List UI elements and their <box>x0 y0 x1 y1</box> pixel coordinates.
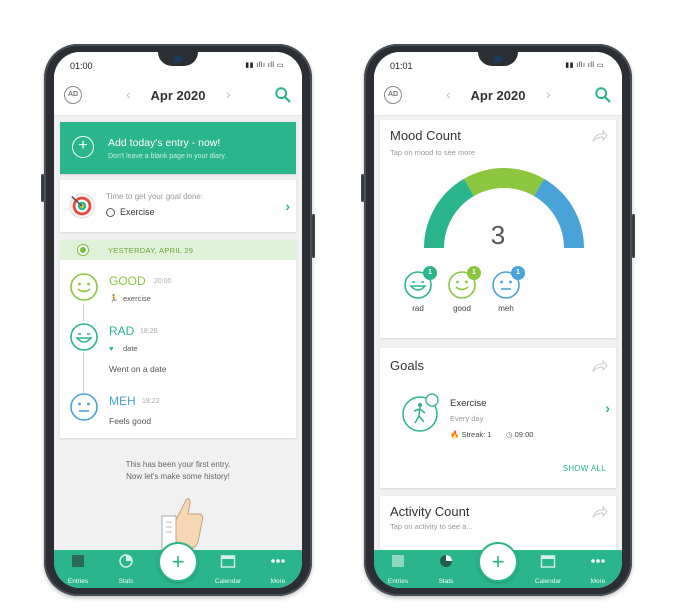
plus-icon: + <box>72 136 94 158</box>
goals-card: Goals Exercise Every day 🔥 Streak: 1 ◷ 0… <box>380 348 616 488</box>
share-icon[interactable] <box>592 360 608 372</box>
heart-icon: ♥ <box>109 344 114 353</box>
activity-label: date <box>123 344 138 353</box>
mood-total-count: 3 <box>490 220 506 250</box>
mood-label: MEH <box>109 394 136 408</box>
mood-count-badge: 1 <box>423 266 437 280</box>
mood-label: GOOD <box>109 274 146 288</box>
goal-prompt-text: Time to get your goal done: <box>106 192 204 201</box>
mood-count-badge: 1 <box>467 266 481 280</box>
show-all-button[interactable]: SHOW ALL <box>563 464 606 473</box>
share-icon[interactable] <box>592 130 608 142</box>
entry-note: Went on a date <box>109 364 167 374</box>
goals-title: Goals <box>390 358 424 373</box>
mood-chip-rad[interactable]: 1 rad <box>400 266 437 313</box>
status-time: 01:01 <box>390 61 413 71</box>
mood-count-title: Mood Count <box>390 128 461 143</box>
stats-icon <box>119 554 133 568</box>
app-header: AD ‹ Apr 2020 › <box>374 76 622 116</box>
goal-reminder-time: ◷ 09:00 <box>506 430 533 439</box>
meh-face-icon[interactable] <box>69 392 99 422</box>
status-time: 01:00 <box>70 61 93 71</box>
activity-count-title: Activity Count <box>390 504 470 519</box>
mood-label: RAD <box>109 324 135 338</box>
stats-icon <box>440 555 452 567</box>
timeline-connector <box>83 304 84 322</box>
nav-more[interactable]: More <box>258 554 298 588</box>
share-icon[interactable] <box>592 506 608 518</box>
activity-count-subtitle: Tap on activity to see a... <box>390 522 473 531</box>
mood-count-subtitle: Tap on mood to see more <box>390 148 476 157</box>
chevron-right-icon[interactable]: › <box>605 400 610 416</box>
empty-message-line1: This has been your first entry. <box>125 460 231 469</box>
nav-calendar[interactable]: Calendar <box>208 554 248 588</box>
goal-name: Exercise <box>450 398 487 409</box>
stats-screen: 01:01 ▮▮ ıllı ıll ▭ AD ‹ Apr 2020 › Mood… <box>374 52 622 588</box>
mood-time: 20:00 <box>154 278 172 285</box>
entries-icon <box>392 555 404 567</box>
mood-chip-meh[interactable]: 1 meh <box>488 266 525 313</box>
more-icon <box>271 559 285 563</box>
exercise-icon: 🏃 <box>109 294 119 303</box>
month-title: Apr 2020 <box>470 88 526 103</box>
target-icon <box>69 193 95 219</box>
add-entry-banner[interactable]: + Add today's entry - now! Don't leave a… <box>60 122 296 174</box>
goal-frequency: Every day <box>450 414 484 423</box>
goal-reminder-card[interactable]: Time to get your goal done: Exercise › <box>60 180 296 232</box>
calendar-icon <box>220 555 236 568</box>
mood-time: 18:26 <box>140 328 158 335</box>
clock-icon: ◷ <box>506 430 513 439</box>
nav-entries[interactable]: Entries <box>378 554 418 588</box>
nav-stats[interactable]: Stats <box>106 554 146 588</box>
mood-time: 18:22 <box>142 398 160 405</box>
goal-streak: 🔥 Streak: 1 <box>450 430 491 439</box>
mood-chip-label: good <box>453 304 471 313</box>
goal-name: Exercise <box>120 207 155 217</box>
mood-chip-label: rad <box>412 304 424 313</box>
search-icon[interactable] <box>274 86 292 104</box>
good-face-icon[interactable] <box>69 272 99 302</box>
mood-count-badge: 1 <box>511 266 525 280</box>
mood-count-card: Mood Count Tap on mood to see more 3 1 r… <box>380 120 616 338</box>
add-entry-fab[interactable]: + <box>478 542 518 582</box>
day-label: YESTERDAY, APRIL 29 <box>108 246 194 255</box>
search-icon[interactable] <box>594 86 612 104</box>
chevron-right-icon[interactable]: › <box>285 198 290 214</box>
calendar-icon <box>540 555 556 568</box>
reminder-time-text: 09:00 <box>514 430 534 439</box>
streak-text: Streak: 1 <box>461 430 492 439</box>
exercise-goal-icon[interactable] <box>400 392 440 432</box>
day-dot-icon <box>78 245 88 255</box>
banner-title: Add today's entry - now! <box>108 137 221 149</box>
flame-icon: 🔥 <box>450 430 460 439</box>
more-icon <box>591 559 605 563</box>
app-header: AD ‹ Apr 2020 › <box>54 76 302 116</box>
nav-more[interactable]: More <box>578 554 618 588</box>
entry-note: Feels good <box>109 416 152 426</box>
entries-icon <box>72 555 84 567</box>
activity-label: exercise <box>123 294 151 303</box>
phone-stats: 01:01 ▮▮ ıllı ıll ▭ AD ‹ Apr 2020 › Mood… <box>361 44 635 596</box>
goal-checkbox[interactable] <box>106 208 115 217</box>
rad-face-icon[interactable] <box>69 322 99 352</box>
next-month-icon[interactable]: › <box>226 86 231 102</box>
phone-entries: 01:00 ▮▮ ıllı ıll ▭ AD ‹ Apr 2020 › + Ad… <box>41 44 315 596</box>
nav-entries[interactable]: Entries <box>58 554 98 588</box>
empty-message-line2: Now let's make some history! <box>126 472 230 481</box>
mood-chip-good[interactable]: 1 good <box>444 266 481 313</box>
mood-chip-label: meh <box>498 304 514 313</box>
month-title: Apr 2020 <box>150 88 206 103</box>
day-entries-card: YESTERDAY, APRIL 29 GOOD 20:00 🏃 exercis… <box>60 240 296 438</box>
day-header: YESTERDAY, APRIL 29 <box>60 240 296 260</box>
next-month-icon[interactable]: › <box>546 86 551 102</box>
nav-stats[interactable]: Stats <box>426 554 466 588</box>
status-icons: ▮▮ ıllı ıll ▭ <box>245 62 284 69</box>
add-entry-fab[interactable]: + <box>158 542 198 582</box>
status-icons: ▮▮ ıllı ıll ▭ <box>565 62 604 69</box>
banner-subtitle: Don't leave a blank page in your diary. <box>108 153 227 160</box>
entries-screen: 01:00 ▮▮ ıllı ıll ▭ AD ‹ Apr 2020 › + Ad… <box>54 52 302 588</box>
nav-calendar[interactable]: Calendar <box>528 554 568 588</box>
